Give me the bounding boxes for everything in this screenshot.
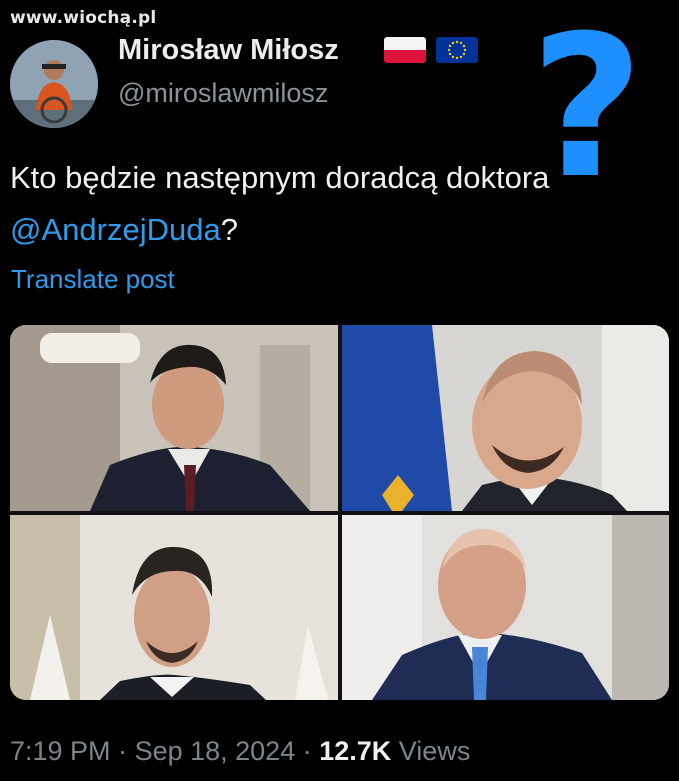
views-count[interactable]: 12.7K — [319, 736, 391, 766]
post-text-start: Kto będzie następnym doradcą doktora — [10, 160, 550, 195]
media-grid — [10, 325, 669, 700]
eu-flag-icon — [436, 37, 478, 63]
views-label: Views — [391, 736, 471, 766]
poland-flag-icon — [384, 37, 426, 63]
mention-link[interactable]: @AndrzejDuda — [10, 212, 221, 247]
watermark: www.wiochą.pl — [10, 8, 157, 28]
avatar-photo — [10, 40, 98, 128]
media-photo-3[interactable] — [10, 515, 338, 700]
avatar[interactable] — [10, 40, 98, 128]
post-text: Kto będzie następnym doradcą doktora @An… — [10, 152, 570, 256]
meta-separator: · — [295, 736, 320, 766]
post-screenshot: www.wiochą.pl Mirosław Miłosz @miroslawm… — [0, 0, 679, 781]
media-photo-2[interactable] — [342, 325, 669, 511]
meta-separator: · — [110, 736, 135, 766]
post-date[interactable]: Sep 18, 2024 — [135, 736, 296, 766]
author-handle[interactable]: @miroslawmilosz — [118, 78, 328, 109]
post-text-end: ? — [220, 212, 238, 247]
translate-post-link[interactable]: Translate post — [11, 264, 175, 295]
post-meta: 7:19 PM · Sep 18, 2024 · 12.7K Views — [10, 736, 470, 767]
media-photo-4[interactable] — [342, 515, 669, 700]
author-display-name[interactable]: Mirosław Miłosz — [118, 34, 339, 67]
post-time[interactable]: 7:19 PM — [10, 736, 111, 766]
media-photo-1[interactable] — [10, 325, 338, 511]
